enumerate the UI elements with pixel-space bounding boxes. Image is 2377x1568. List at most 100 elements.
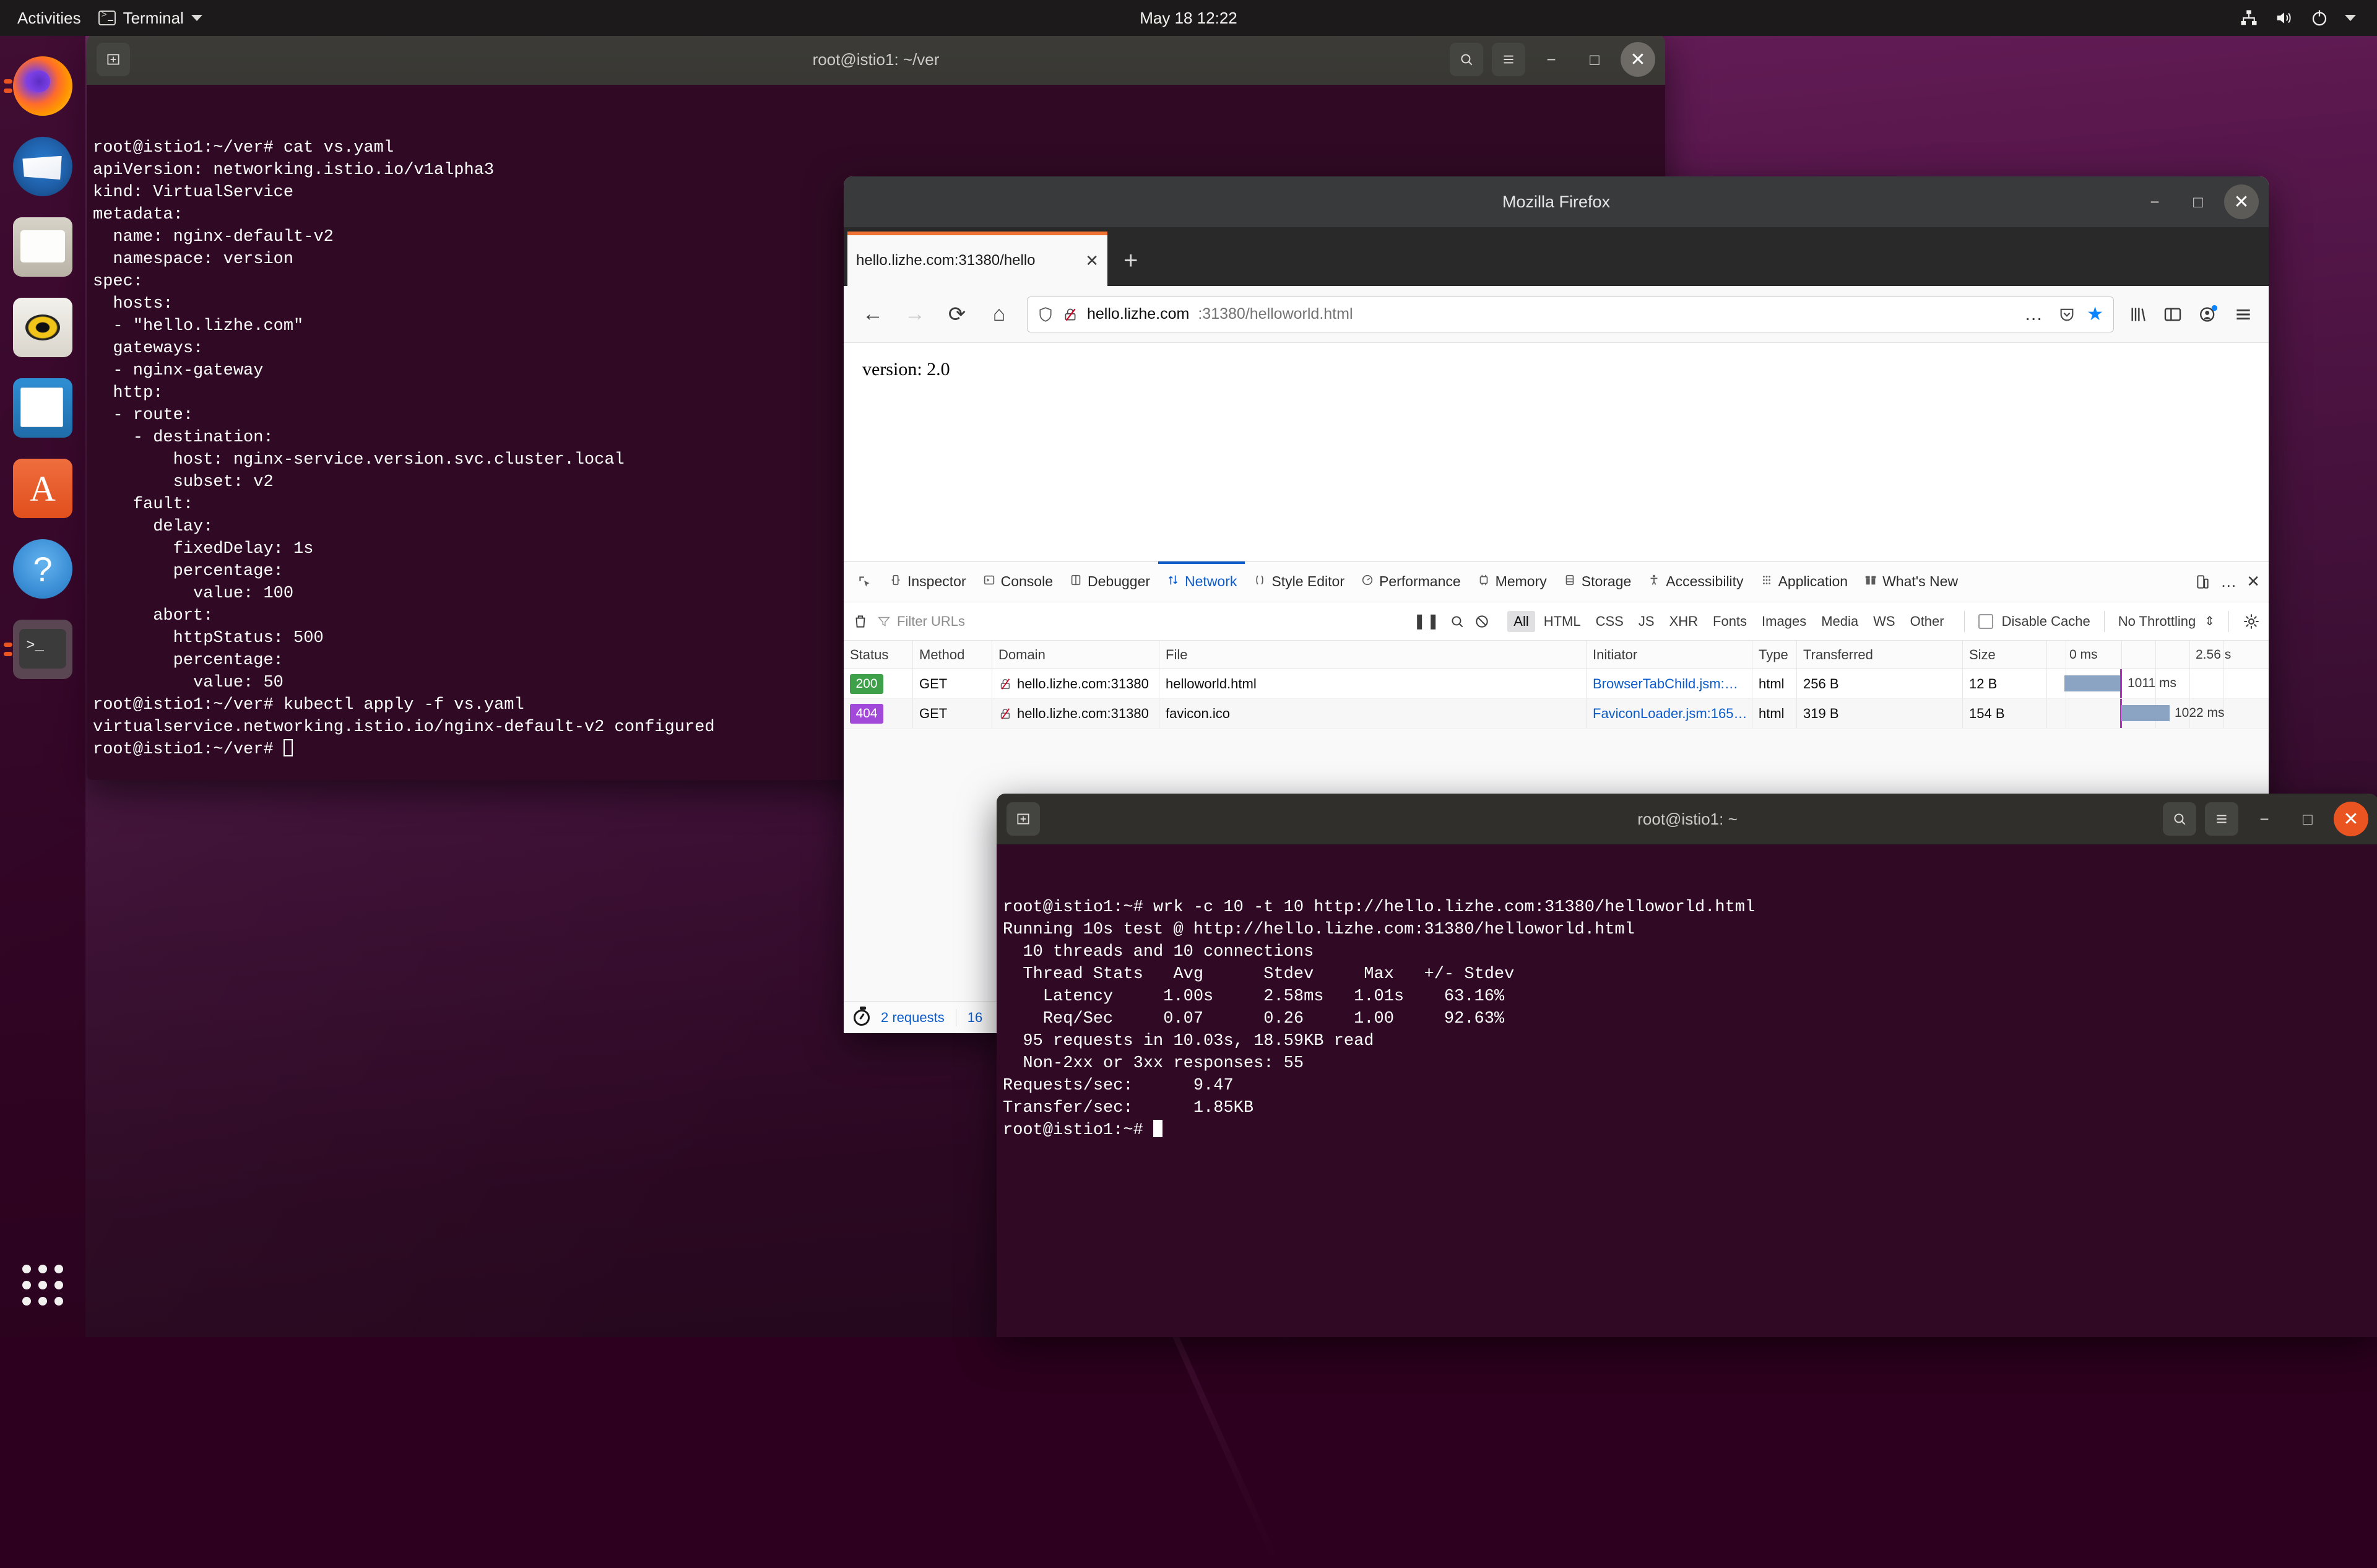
meatball-menu-icon[interactable]: …: [2220, 572, 2236, 591]
filter-urls-input[interactable]: Filter URLs: [877, 609, 1211, 634]
terminal2-titlebar[interactable]: root@istio1: ~ − □ ✕: [997, 794, 2377, 844]
terminal1-maximize-button[interactable]: □: [1577, 42, 1612, 77]
close-icon[interactable]: ✕: [2246, 572, 2260, 591]
terminal2-output[interactable]: root@istio1:~# wrk -c 10 -t 10 http://he…: [997, 844, 2377, 1337]
filter-pill-js[interactable]: JS: [1632, 611, 1661, 632]
filter-pill-ws[interactable]: WS: [1867, 611, 1901, 632]
forward-button[interactable]: →: [901, 300, 929, 329]
terminal1-titlebar[interactable]: root@istio1: ~/ver − □ ✕: [87, 34, 1665, 85]
terminal1-close-button[interactable]: ✕: [1621, 42, 1655, 77]
pocket-icon[interactable]: [2058, 305, 2076, 324]
trash-icon[interactable]: [852, 613, 868, 630]
column-header-status[interactable]: Status: [844, 641, 913, 669]
close-icon[interactable]: ✕: [1085, 251, 1099, 271]
dock-item-ubuntu-software[interactable]: [0, 448, 85, 529]
dock-item-thunderbird[interactable]: [0, 126, 85, 207]
cell-type: html: [1752, 669, 1797, 698]
column-header-domain[interactable]: Domain: [992, 641, 1159, 669]
terminal1-search-button[interactable]: [1450, 43, 1483, 76]
firefox-maximize-button[interactable]: □: [2181, 184, 2215, 219]
filter-urls-placeholder: Filter URLs: [897, 613, 965, 630]
new-tab-button[interactable]: +: [1107, 247, 1154, 286]
url-path: :31380/helloworld.html: [1198, 305, 1353, 323]
terminal1-minimize-button[interactable]: −: [1534, 42, 1569, 77]
firefox-minimize-button[interactable]: −: [2137, 184, 2172, 219]
table-row[interactable]: 404 GET hello.lizhe.com:31380 favicon.ic…: [844, 699, 2269, 729]
pause-icon[interactable]: ❚❚: [1413, 612, 1440, 630]
column-header-timeline[interactable]: 0 ms 2.56 s: [2047, 641, 2269, 669]
column-header-method[interactable]: Method: [913, 641, 992, 669]
reload-button[interactable]: ⟳: [943, 300, 971, 329]
devtools-tab-style-editor[interactable]: Style Editor: [1245, 561, 1353, 602]
cell-initiator[interactable]: BrowserTabChild.jsm:…: [1587, 669, 1752, 698]
terminal2-maximize-button[interactable]: □: [2290, 802, 2325, 836]
filter-pill-media[interactable]: Media: [1815, 611, 1864, 632]
dock-item-libreoffice-writer[interactable]: [0, 368, 85, 448]
show-applications-button[interactable]: [0, 1248, 85, 1322]
search-icon[interactable]: [1449, 613, 1465, 630]
firefox-close-button[interactable]: ✕: [2224, 184, 2259, 219]
url-bar[interactable]: hello.lizhe.com:31380/helloworld.html … …: [1027, 297, 2114, 332]
filter-pill-xhr[interactable]: XHR: [1663, 611, 1704, 632]
new-tab-button[interactable]: [1007, 802, 1040, 836]
new-tab-icon: [1015, 811, 1031, 827]
devtools-tab-application[interactable]: Application: [1752, 561, 1856, 602]
activities-button[interactable]: Activities: [0, 9, 92, 28]
dock-item-files[interactable]: [0, 207, 85, 287]
library-icon[interactable]: [2128, 305, 2149, 324]
column-header-initiator[interactable]: Initiator: [1587, 641, 1752, 669]
devtools-tab-debugger[interactable]: Debugger: [1061, 561, 1158, 602]
devtools-tab-what-s-new[interactable]: What's New: [1856, 561, 1966, 602]
filter-pill-html[interactable]: HTML: [1538, 611, 1587, 632]
terminal2-minimize-button[interactable]: −: [2247, 802, 2282, 836]
home-button[interactable]: ⌂: [985, 300, 1013, 329]
terminal2-search-button[interactable]: [2163, 802, 2196, 836]
dock-item-firefox[interactable]: [0, 46, 85, 126]
cell-initiator[interactable]: FaviconLoader.jsm:165…: [1587, 699, 1752, 728]
filter-pill-css[interactable]: CSS: [1590, 611, 1630, 632]
devtools-tab-accessibility[interactable]: Accessibility: [1639, 561, 1751, 602]
devtools-tab-inspector[interactable]: Inspector: [881, 561, 974, 602]
filter-pill-images[interactable]: Images: [1756, 611, 1812, 632]
system-tray[interactable]: [2240, 9, 2356, 27]
column-header-transferred[interactable]: Transferred: [1797, 641, 1963, 669]
terminal2-menu-button[interactable]: [2205, 802, 2238, 836]
devtools-tab-memory[interactable]: Memory: [1469, 561, 1555, 602]
gear-icon[interactable]: [2243, 613, 2260, 630]
devtools-tab-network[interactable]: Network: [1158, 561, 1245, 602]
element-picker-button[interactable]: [849, 561, 881, 602]
clock[interactable]: May 18 12:22: [0, 9, 2377, 28]
disable-cache-label[interactable]: Disable Cache: [2002, 613, 2090, 630]
terminal1-menu-button[interactable]: [1492, 43, 1525, 76]
column-header-size[interactable]: Size: [1963, 641, 2047, 669]
responsive-design-icon[interactable]: [2194, 574, 2210, 590]
devtools-tab-console[interactable]: Console: [974, 561, 1061, 602]
dock-item-rhythmbox[interactable]: [0, 287, 85, 368]
firefox-titlebar[interactable]: Mozilla Firefox − □ ✕: [844, 176, 2269, 227]
back-button[interactable]: ←: [859, 300, 887, 329]
column-header-file[interactable]: File: [1159, 641, 1587, 669]
devtools-tabbar-right: … ✕: [2194, 572, 2269, 591]
filter-pill-all[interactable]: All: [1507, 611, 1535, 632]
column-header-type[interactable]: Type: [1752, 641, 1797, 669]
throttling-select[interactable]: No Throttling: [2118, 613, 2196, 630]
table-row[interactable]: 200 GET hello.lizhe.com:31380 helloworld…: [844, 669, 2269, 699]
new-tab-button[interactable]: [97, 43, 130, 76]
disable-cache-checkbox[interactable]: [1978, 614, 1993, 629]
browser-tab[interactable]: hello.lizhe.com:31380/hello ✕: [847, 232, 1107, 286]
app-menu-terminal[interactable]: Terminal: [92, 9, 209, 28]
menu-icon[interactable]: [2233, 305, 2254, 324]
star-icon[interactable]: ★: [2087, 303, 2103, 325]
terminal2-close-button[interactable]: ✕: [2334, 802, 2368, 836]
filter-pill-other[interactable]: Other: [1904, 611, 1951, 632]
devtools-tab-storage[interactable]: Storage: [1555, 561, 1640, 602]
dock-item-help[interactable]: [0, 529, 85, 609]
sidebar-icon[interactable]: [2162, 305, 2183, 324]
filter-pill-fonts[interactable]: Fonts: [1707, 611, 1753, 632]
account-icon[interactable]: [2197, 304, 2219, 325]
devtools-tab-performance[interactable]: Performance: [1353, 561, 1469, 602]
app-menu-label: Terminal: [123, 9, 184, 28]
block-icon[interactable]: [1474, 613, 1490, 630]
dock-item-terminal[interactable]: >_: [0, 609, 85, 690]
page-actions-icon[interactable]: …: [2020, 304, 2047, 325]
